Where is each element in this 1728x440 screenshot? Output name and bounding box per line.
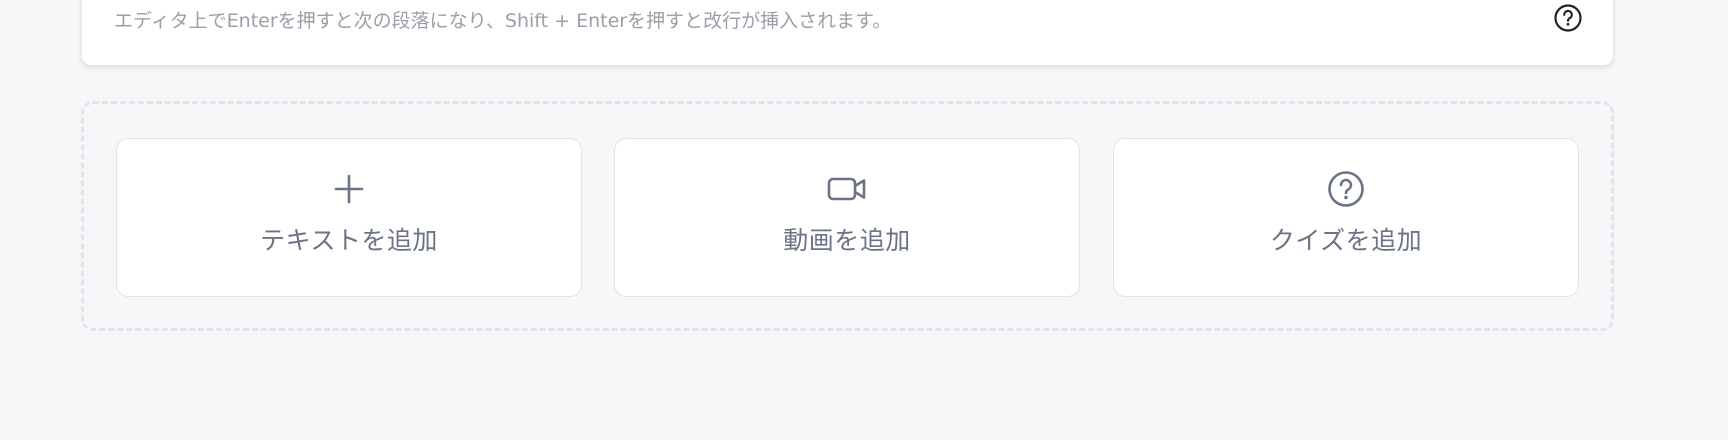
add-video-button[interactable]: 動画を追加 [614,138,1080,297]
question-circle-icon [1328,171,1364,207]
add-text-label: テキストを追加 [260,226,438,255]
video-camera-icon [827,177,866,201]
add-quiz-button[interactable]: クイズを追加 [1113,138,1579,297]
add-text-button[interactable]: テキストを追加 [116,138,582,297]
add-content-zone: テキストを追加 動画を追加 クイズを追加 [81,101,1614,331]
question-circle-icon [1554,4,1582,32]
add-video-label: 動画を追加 [783,226,911,255]
text-editor-block[interactable]: エディタ上でEnterを押すと次の段落になり、Shift + Enterを押すと… [81,0,1614,66]
editor-hint-text: エディタ上でEnterを押すと次の段落になり、Shift + Enterを押すと… [114,10,892,32]
add-quiz-label: クイズを追加 [1269,226,1423,255]
help-button[interactable] [1553,3,1583,33]
plus-icon [334,174,364,204]
